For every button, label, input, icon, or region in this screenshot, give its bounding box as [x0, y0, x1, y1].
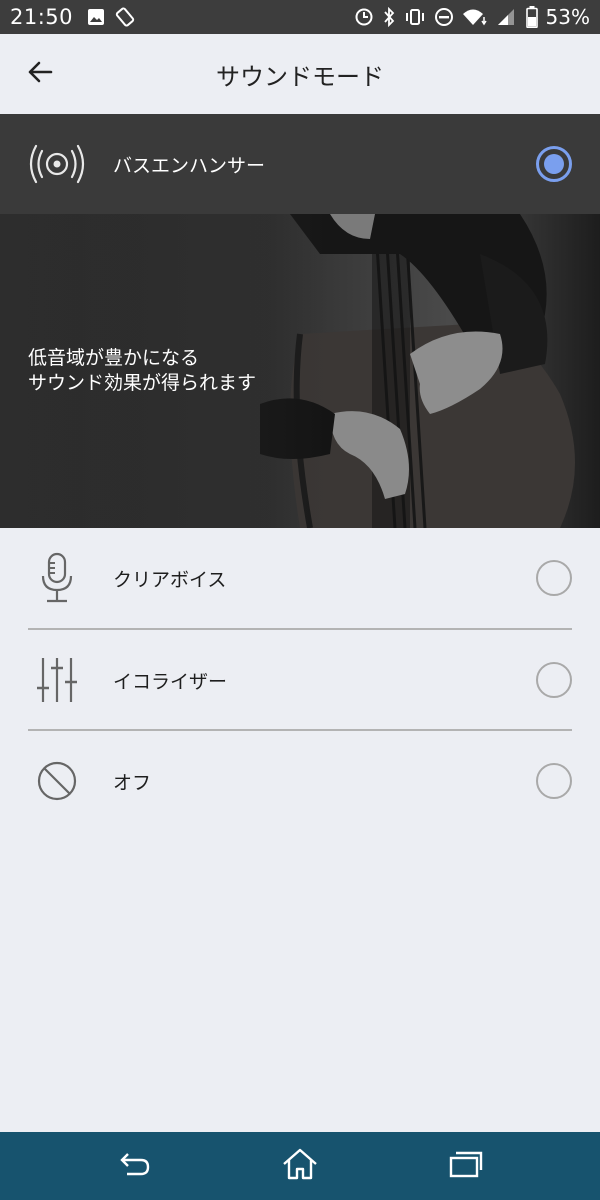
off-label: オフ [113, 771, 152, 794]
nav-home-button[interactable] [280, 1146, 320, 1186]
clear-voice-label: クリアボイス [113, 568, 227, 591]
bass-enhancer-banner: 低音域が豊かになる サウンド効果が得られます [0, 214, 600, 528]
page-title: サウンドモード [216, 62, 384, 91]
sync-icon [354, 7, 374, 27]
sound-mode-bass-enhancer[interactable]: バスエンハンサー [0, 114, 600, 214]
arrow-left-icon [27, 60, 53, 88]
bass-enhancer-label: バスエンハンサー [113, 154, 266, 177]
sound-mode-clear-voice[interactable]: クリアボイス [0, 528, 600, 628]
system-nav-bar [0, 1132, 600, 1200]
app-header: サウンドモード [0, 34, 600, 114]
back-button[interactable] [20, 56, 60, 92]
image-icon [87, 8, 105, 26]
equalizer-radio[interactable] [536, 662, 572, 698]
status-bar: 21:50 53% [0, 0, 600, 34]
clear-voice-radio[interactable] [536, 560, 572, 596]
microphone-icon [28, 549, 86, 607]
bass-speaker-icon [28, 135, 86, 193]
bass-enhancer-description: 低音域が豊かになる サウンド効果が得られます [28, 346, 256, 396]
equalizer-icon [28, 651, 86, 709]
battery-icon [525, 6, 538, 28]
nav-recent-apps-button[interactable] [446, 1146, 486, 1186]
description-line-1: 低音域が豊かになる [28, 347, 200, 369]
back-nav-icon [117, 1151, 151, 1181]
equalizer-label: イコライザー [113, 670, 228, 693]
signal-icon [496, 7, 518, 27]
bluetooth-icon [382, 7, 396, 27]
wifi-icon [462, 7, 488, 27]
nav-back-button[interactable] [114, 1146, 154, 1186]
description-line-2: サウンド効果が得られます [28, 372, 257, 394]
bass-enhancer-radio[interactable] [536, 146, 572, 182]
sound-mode-equalizer[interactable]: イコライザー [0, 630, 600, 730]
off-radio[interactable] [536, 763, 572, 799]
do-not-disturb-icon [434, 7, 454, 27]
vibrate-icon [404, 8, 426, 26]
status-time: 21:50 [10, 5, 74, 29]
battery-percent: 53% [545, 5, 590, 29]
off-icon [28, 752, 86, 810]
recent-apps-icon [449, 1150, 483, 1182]
screen-rotation-icon [115, 7, 135, 27]
home-icon [281, 1147, 319, 1185]
sound-mode-off[interactable]: オフ [0, 731, 600, 831]
